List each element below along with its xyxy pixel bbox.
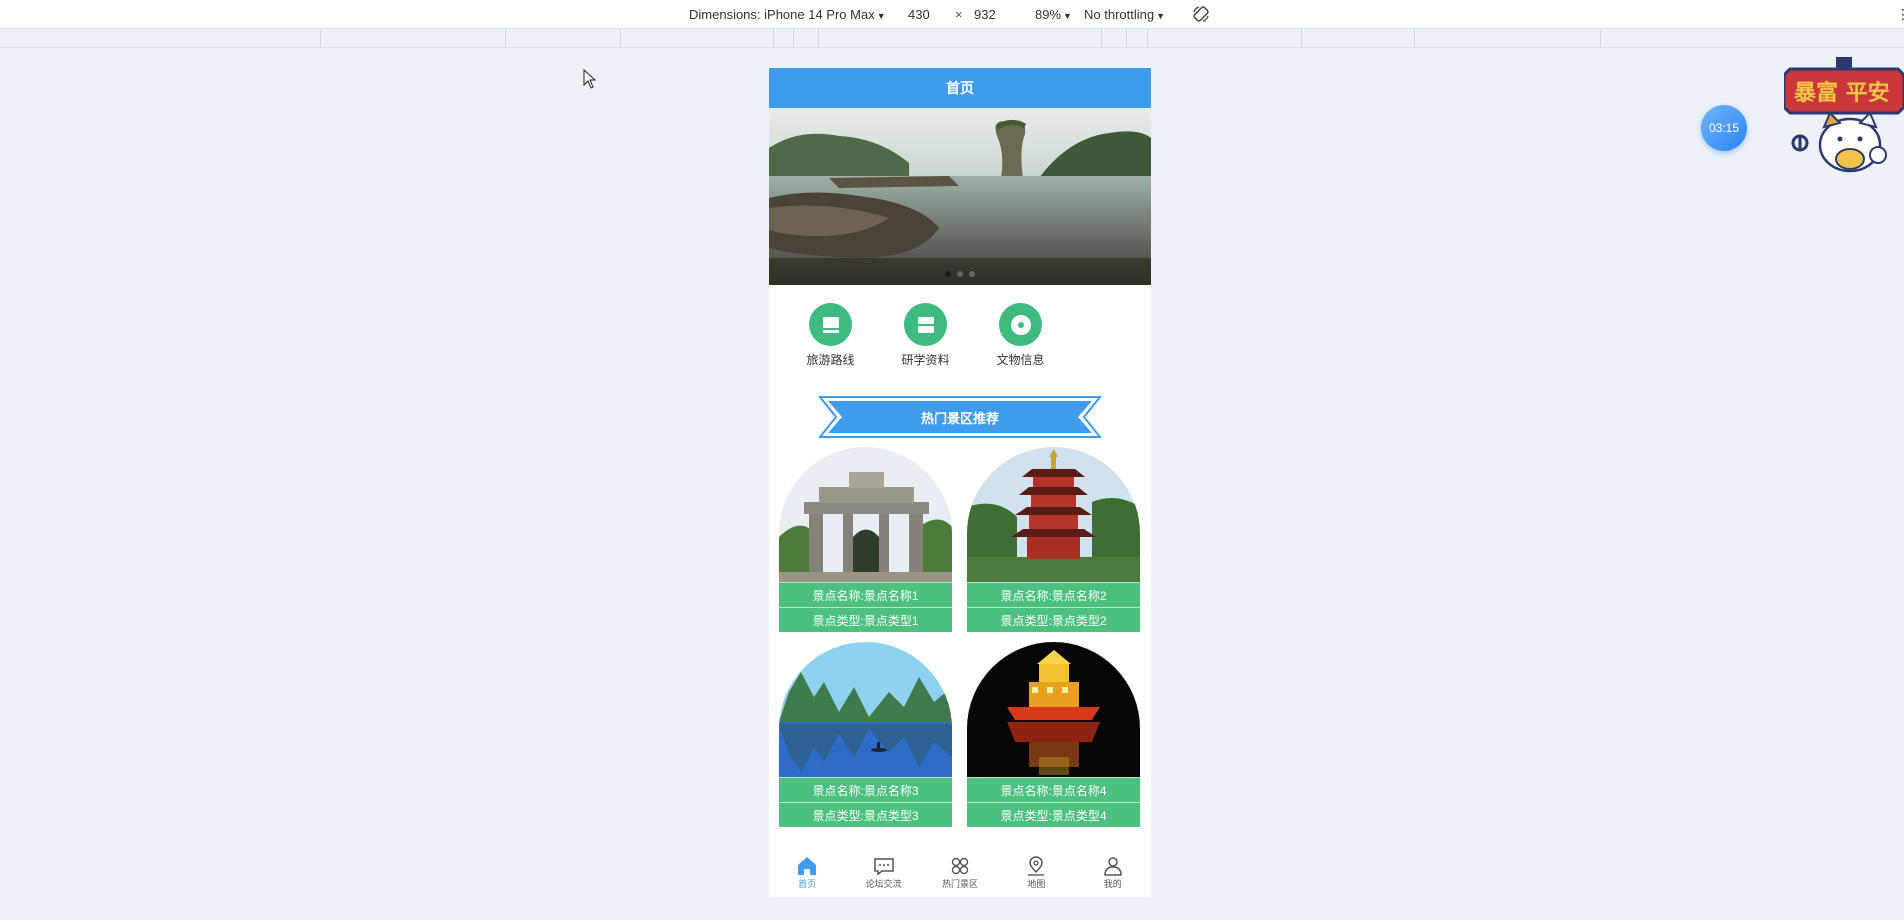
width-input[interactable]: 430: [908, 7, 930, 22]
carousel-dot[interactable]: [945, 271, 951, 277]
spot-image: [779, 447, 952, 582]
bottom-tab-bar: 首页 论坛交流 热门景区 地图 我的: [769, 849, 1151, 897]
ruler-tick: [1301, 29, 1302, 48]
shortcut-label: 文物信息: [996, 353, 1045, 367]
spot-name: 景点名称:景点名称4: [967, 777, 1140, 802]
map-pin-icon: [1028, 856, 1045, 876]
monitor-icon: [809, 303, 852, 346]
ruler-tick: [773, 29, 774, 48]
tab-home[interactable]: 首页: [777, 856, 837, 890]
spot-card[interactable]: 景点名称:景点名称3 景点类型:景点类型3: [779, 642, 952, 827]
spot-name: 景点名称:景点名称1: [779, 582, 952, 607]
spot-info: 景点名称:景点名称2 景点类型:景点类型2: [967, 582, 1140, 632]
spot-type: 景点类型:景点类型1: [779, 607, 952, 632]
device-select[interactable]: Dimensions: iPhone 14 Pro Max ▼: [689, 7, 886, 22]
lucky-cat-sticker: 暴富 平安: [1784, 57, 1904, 173]
ruler-tick: [793, 29, 794, 48]
throttling-select[interactable]: No throttling ▼: [1084, 7, 1165, 22]
spot-name: 景点名称:景点名称2: [967, 582, 1140, 607]
spot-name: 景点名称:景点名称3: [779, 777, 952, 802]
zoom-select[interactable]: 89% ▼: [1035, 7, 1072, 22]
home-icon: [798, 857, 817, 875]
tab-label: 首页: [798, 879, 817, 889]
ruler-tick: [505, 29, 506, 48]
carousel-dot[interactable]: [969, 271, 975, 277]
spot-info: 景点名称:景点名称1 景点类型:景点类型1: [779, 582, 952, 632]
ruler-tick: [1101, 29, 1102, 48]
banner-carousel[interactable]: [769, 108, 1151, 285]
spot-type: 景点类型:景点类型4: [967, 802, 1140, 827]
mobile-viewport: 首页 旅游路线 研学资料 文物信息 热门景区推荐 景点名称:景点名称1 景点类型…: [769, 68, 1151, 897]
spot-image: [779, 642, 952, 777]
carousel-dot[interactable]: [957, 271, 963, 277]
tab-label: 热门景区: [941, 879, 978, 889]
spot-card[interactable]: 景点名称:景点名称1 景点类型:景点类型1: [779, 447, 952, 632]
spot-image: [967, 642, 1140, 777]
tab-label: 地图: [1027, 879, 1046, 889]
mouse-cursor-icon: [583, 69, 597, 89]
page-title: 首页: [946, 80, 974, 96]
tab-forum[interactable]: 论坛交流: [854, 856, 914, 890]
ruler-tick: [1600, 29, 1601, 48]
section-header: 热门景区推荐: [769, 395, 1151, 447]
shortcut-menu: 旅游路线 研学资料 文物信息: [769, 285, 1151, 395]
spot-type: 景点类型:景点类型3: [779, 802, 952, 827]
ruler-tick: [1147, 29, 1148, 48]
spot-card[interactable]: 景点名称:景点名称4 景点类型:景点类型4: [967, 642, 1140, 827]
device-select-label: Dimensions: iPhone 14 Pro Max: [689, 7, 875, 22]
tab-profile[interactable]: 我的: [1083, 856, 1143, 890]
tab-map[interactable]: 地图: [1006, 856, 1066, 890]
ruler-tick: [1414, 29, 1415, 48]
shortcut-study-materials[interactable]: 研学资料: [878, 303, 973, 395]
user-icon: [1103, 857, 1122, 876]
sticker-text: 暴富 平安: [1793, 80, 1890, 106]
caret-down-icon: ▼: [1156, 11, 1166, 21]
ruler-tick: [818, 29, 819, 48]
times-icon: ×: [955, 7, 963, 22]
tab-hot-spots[interactable]: 热门景区: [930, 856, 990, 890]
media-query-ruler: [0, 29, 1904, 48]
height-input[interactable]: 932: [974, 7, 996, 22]
section-title: 热门景区推荐: [920, 410, 999, 426]
disc-icon: [999, 303, 1042, 346]
throttling-select-label: No throttling: [1084, 7, 1155, 22]
caret-down-icon: ▼: [1063, 11, 1072, 21]
spot-info: 景点名称:景点名称4 景点类型:景点类型4: [967, 777, 1140, 827]
shortcut-label: 研学资料: [901, 353, 950, 367]
rotate-icon[interactable]: [1191, 4, 1211, 24]
shortcut-label: 旅游路线: [806, 353, 855, 367]
ruler-tick: [320, 29, 321, 48]
caret-down-icon: ▼: [876, 11, 886, 21]
spot-card[interactable]: 景点名称:景点名称2 景点类型:景点类型2: [967, 447, 1140, 632]
chat-icon: [873, 858, 894, 876]
top-navbar: 首页: [769, 68, 1151, 108]
ruler-tick: [1126, 29, 1127, 48]
spot-info: 景点名称:景点名称3 景点类型:景点类型3: [779, 777, 952, 827]
spot-image: [967, 447, 1140, 582]
zoom-select-label: 89%: [1035, 7, 1062, 22]
tab-label: 我的: [1103, 879, 1122, 889]
hot-spots-grid: 景点名称:景点名称1 景点类型:景点类型1 景点名称:景点名称2 景点类型:景点…: [769, 447, 1151, 827]
more-options-icon[interactable]: ⋮: [1896, 6, 1904, 23]
grid-icon: [951, 857, 969, 875]
floating-timer[interactable]: 03:15: [1701, 105, 1747, 151]
shortcut-relics-info[interactable]: 文物信息: [973, 303, 1068, 395]
list-icon: [904, 303, 947, 346]
banner-image: [769, 108, 1151, 285]
tab-label: 论坛交流: [865, 879, 902, 889]
devtools-toolbar: Dimensions: iPhone 14 Pro Max ▼ 430 × 932…: [0, 0, 1904, 29]
carousel-indicators: [769, 271, 1151, 277]
spot-type: 景点类型:景点类型2: [967, 607, 1140, 632]
shortcut-travel-routes[interactable]: 旅游路线: [783, 303, 878, 395]
ruler-tick: [620, 29, 621, 48]
